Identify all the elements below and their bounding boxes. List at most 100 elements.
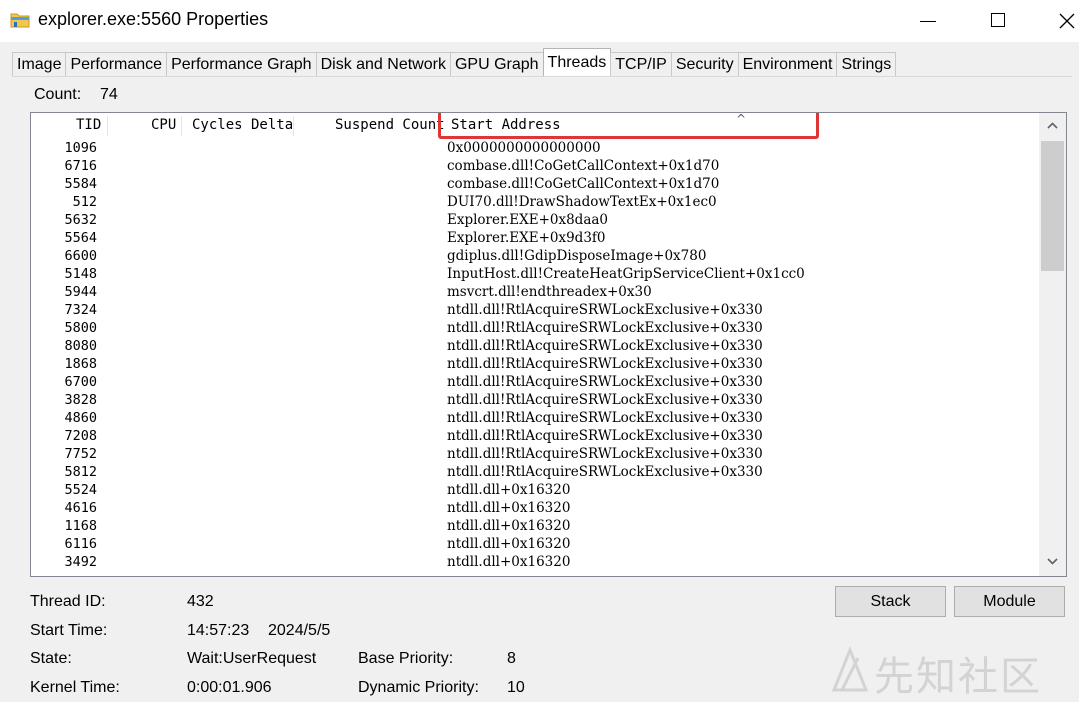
title-bar: explorer.exe:5560 Properties [0,0,1079,42]
start-address-cell: ntdll.dll!RtlAcquireSRWLockExclusive+0x3… [447,302,763,318]
start-address-cell: ntdll.dll+0x16320 [447,554,571,570]
column-header-suspend-count[interactable]: Suspend Count [335,117,445,133]
table-row[interactable]: 7324 ntdll.dll!RtlAcquireSRWLockExclusive… [31,301,1039,319]
maximize-button[interactable] [968,0,1028,42]
tid-cell: 5632 [64,212,97,228]
tid-cell: 6116 [64,536,97,552]
tid-cell: 6716 [64,158,97,174]
table-row[interactable]: 6716 combase.dll!CoGetCallContext+0x1d70 [31,157,1039,175]
tid-cell: 7752 [64,446,97,462]
tab-tcp-ip[interactable]: TCP/IP [610,52,672,76]
tid-cell: 7208 [64,428,97,444]
tid-cell: 6700 [64,374,97,390]
tid-cell: 512 [72,194,97,210]
minimize-icon [920,21,936,22]
maximize-icon [991,13,1005,27]
table-row[interactable]: 6700 ntdll.dll!RtlAcquireSRWLockExclusive… [31,373,1039,391]
tab-strings[interactable]: Strings [836,52,897,76]
scrollbar-thumb[interactable] [1041,141,1064,271]
window-title: explorer.exe:5560 Properties [38,9,269,29]
tid-cell: 4860 [64,410,97,426]
tab-performance-graph[interactable]: Performance Graph [166,52,317,76]
table-row[interactable]: 8080 ntdll.dll!RtlAcquireSRWLockExclusive… [31,337,1039,355]
start-address-cell: ntdll.dll+0x16320 [447,518,571,534]
table-row[interactable]: 7752 ntdll.dll!RtlAcquireSRWLockExclusive… [31,445,1039,463]
table-row[interactable]: 5564 Explorer.EXE+0x9d3f0 [31,229,1039,247]
table-row[interactable]: 4616 ntdll.dll+0x16320 [31,499,1039,517]
tid-cell: 5800 [64,320,97,336]
column-header-cpu[interactable]: CPU [151,117,176,133]
kernel-time-label: Kernel Time: [30,679,120,696]
start-address-cell: Explorer.EXE+0x9d3f0 [447,230,606,246]
table-row[interactable]: 1868 ntdll.dll!RtlAcquireSRWLockExclusive… [31,355,1039,373]
table-row[interactable]: 3828 ntdll.dll!RtlAcquireSRWLockExclusive… [31,391,1039,409]
tid-cell: 3828 [64,392,97,408]
column-divider[interactable] [293,116,294,136]
tid-cell: 5584 [64,176,97,192]
start-address-cell: gdiplus.dll!GdipDisposeImage+0x780 [447,248,707,264]
table-row[interactable]: 5524 ntdll.dll+0x16320 [31,481,1039,499]
table-row[interactable]: 1168 ntdll.dll+0x16320 [31,517,1039,535]
state-value: Wait:UserRequest [187,650,317,667]
start-address-cell: msvcrt.dll!endthreadex+0x30 [447,284,652,300]
start-address-cell: ntdll.dll+0x16320 [447,500,571,516]
start-time-label: Start Time: [30,622,108,639]
close-button[interactable] [1036,0,1079,42]
table-row[interactable]: 5812 ntdll.dll!RtlAcquireSRWLockExclusive… [31,463,1039,481]
column-header-tid[interactable]: TID [76,117,101,133]
table-row[interactable]: 3492 ntdll.dll+0x16320 [31,553,1039,571]
tid-cell: 1868 [64,356,97,372]
dynamic-priority-label: Dynamic Priority: [358,679,479,696]
stack-button[interactable]: Stack [835,586,946,617]
tid-cell: 5812 [64,464,97,480]
folder-icon [10,11,30,29]
count-value: 74 [100,86,118,103]
module-button[interactable]: Module [954,586,1065,617]
start-address-cell: ntdll.dll!RtlAcquireSRWLockExclusive+0x3… [447,410,763,426]
scroll-down-button[interactable] [1039,549,1066,576]
tid-cell: 7324 [64,302,97,318]
tab-image[interactable]: Image [12,52,67,76]
tid-cell: 5564 [64,230,97,246]
table-row[interactable]: 5632 Explorer.EXE+0x8daa0 [31,211,1039,229]
start-time-value: 14:57:23 [187,622,250,639]
table-row[interactable]: 6600 gdiplus.dll!GdipDisposeImage+0x780 [31,247,1039,265]
tid-cell: 5944 [64,284,97,300]
thread-id-label: Thread ID: [30,593,106,610]
threads-list[interactable]: TID CPU Cycles Delta Suspend Count Start… [30,112,1067,577]
watermark: 先知社区 [830,640,1070,700]
column-header-cycles-delta[interactable]: Cycles Delta [192,117,293,133]
tab-gpu-graph[interactable]: GPU Graph [449,52,544,76]
tab-threads[interactable]: Threads [542,48,612,76]
table-row[interactable]: 1096 0x0000000000000000 [31,139,1039,157]
tab-security[interactable]: Security [670,52,739,76]
tab-environment[interactable]: Environment [737,52,838,76]
table-row[interactable]: 512 DUI70.dll!DrawShadowTextEx+0x1ec0 [31,193,1039,211]
tid-cell: 6600 [64,248,97,264]
table-row[interactable]: 5944 msvcrt.dll!endthreadex+0x30 [31,283,1039,301]
vertical-scrollbar[interactable] [1039,113,1066,576]
base-priority-value: 8 [507,650,516,667]
column-divider[interactable] [181,116,182,136]
tid-cell: 3492 [64,554,97,570]
kernel-time-value: 0:00:01.906 [187,679,272,696]
table-row[interactable]: 5148 InputHost.dll!CreateHeatGripServiceC… [31,265,1039,283]
table-row[interactable]: 4860 ntdll.dll!RtlAcquireSRWLockExclusive… [31,409,1039,427]
table-row[interactable]: 5800 ntdll.dll!RtlAcquireSRWLockExclusive… [31,319,1039,337]
start-address-cell: ntdll.dll+0x16320 [447,536,571,552]
table-row[interactable]: 6116 ntdll.dll+0x16320 [31,535,1039,553]
start-address-cell: ntdll.dll!RtlAcquireSRWLockExclusive+0x3… [447,464,763,480]
tab-performance[interactable]: Performance [65,52,168,76]
tid-cell: 1168 [64,518,97,534]
table-row[interactable]: 7208 ntdll.dll!RtlAcquireSRWLockExclusive… [31,427,1039,445]
tab-disk-and-network[interactable]: Disk and Network [315,52,451,76]
start-address-cell: DUI70.dll!DrawShadowTextEx+0x1ec0 [447,194,717,210]
tab-panel-border [12,76,1072,77]
scroll-up-button[interactable] [1039,113,1066,140]
table-row[interactable]: 5584 combase.dll!CoGetCallContext+0x1d70 [31,175,1039,193]
start-address-cell: ntdll.dll!RtlAcquireSRWLockExclusive+0x3… [447,446,763,462]
minimize-button[interactable] [898,0,958,42]
start-address-cell: ntdll.dll!RtlAcquireSRWLockExclusive+0x3… [447,356,763,372]
count-label: Count: [34,86,82,103]
column-divider[interactable] [107,116,108,136]
